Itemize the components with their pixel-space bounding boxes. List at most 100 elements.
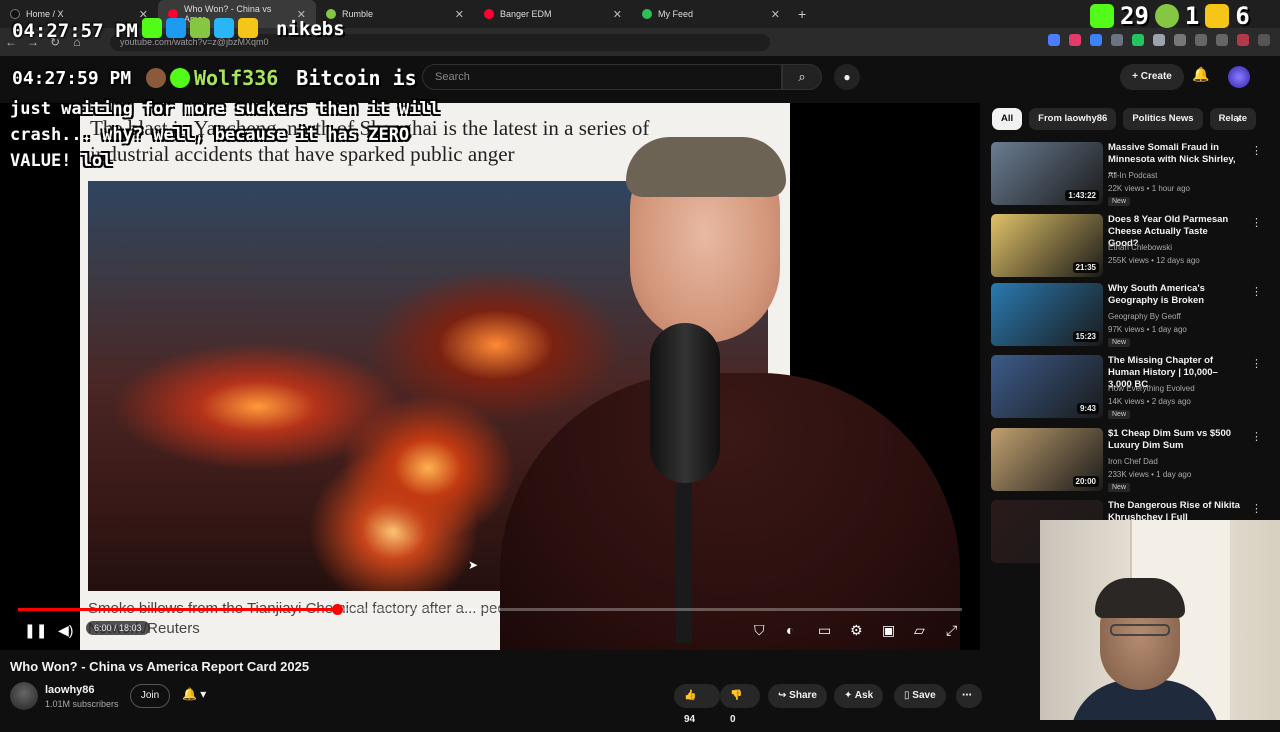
extension-icon[interactable] [1090, 34, 1102, 46]
chip-all[interactable]: All [992, 108, 1023, 130]
overlay-clock-chat: 04:27:59 PM [12, 68, 132, 89]
recommendation-item[interactable]: 15:23 Why South America's Geography is Br… [991, 283, 1271, 347]
video-thumbnail[interactable]: 1:43:22 [991, 142, 1103, 205]
filter-chips: All From laowhy86 Politics News Relate [992, 108, 1257, 130]
presenter [500, 137, 960, 650]
kick-icon [1090, 4, 1114, 28]
close-icon[interactable]: ✕ [771, 8, 780, 21]
save-label: Save [912, 690, 936, 701]
menu-icon[interactable] [1258, 34, 1270, 46]
account-avatar[interactable] [1228, 66, 1250, 88]
video-thumbnail[interactable]: 9:43 [991, 355, 1103, 418]
chip-related[interactable]: Relate [1209, 108, 1257, 130]
extension-icon[interactable] [1069, 34, 1081, 46]
chat-message-header: Wolf336 Bitcoin is [146, 66, 417, 90]
recommendation-channel[interactable]: Ethan Chlebowski [1108, 243, 1172, 252]
video-thumbnail[interactable]: 20:00 [991, 428, 1103, 491]
mouse-cursor-icon: ➤ [468, 558, 479, 572]
volume-icon[interactable]: ◀) [58, 622, 73, 639]
pause-icon[interactable]: ❚❚ [24, 622, 47, 639]
save-button[interactable]: ▯ Save [894, 684, 946, 708]
recommendation-meta: 14K views • 2 days ago [1108, 397, 1191, 406]
join-button[interactable]: Join [130, 684, 170, 708]
more-vert-icon[interactable]: ⋮ [1251, 144, 1262, 157]
streamer-hair [1095, 578, 1185, 618]
new-badge: New [1108, 338, 1131, 347]
recommendation-title[interactable]: Why South America's Geography is Broken [1108, 283, 1240, 307]
subscriber-count: 1.01M subscribers [45, 699, 119, 709]
presenter-hair [626, 137, 786, 197]
video-thumbnail[interactable]: 15:23 [991, 283, 1103, 346]
recommendation-item[interactable]: 21:35 Does 8 Year Old Parmesan Cheese Act… [991, 214, 1271, 278]
tab-label: Home / X [26, 9, 64, 19]
recommendation-title[interactable]: $1 Cheap Dim Sum vs $500 Luxury Dim Sum [1108, 428, 1240, 452]
new-badge: New [1108, 197, 1131, 206]
gamepad-icon [1205, 4, 1230, 28]
like-button[interactable]: 👍 94 [674, 684, 720, 725]
profile-icon[interactable] [1237, 34, 1249, 46]
x-icon [166, 18, 186, 38]
channel-avatar[interactable] [10, 682, 38, 710]
recommendation-channel[interactable]: All-In Podcast [1108, 171, 1157, 180]
more-vert-icon[interactable]: ⋮ [1251, 285, 1262, 298]
close-icon[interactable]: ✕ [613, 8, 622, 21]
share-button[interactable]: ↪ Share [768, 684, 827, 708]
code-icon[interactable] [1216, 34, 1228, 46]
chip-from-channel[interactable]: From laowhy86 [1029, 108, 1117, 130]
new-tab-button[interactable]: + [790, 6, 814, 22]
history-icon[interactable] [1195, 34, 1207, 46]
recommendation-channel[interactable]: Iron Chef Dad [1108, 457, 1158, 466]
settings-gear-icon[interactable]: ⚙ [850, 622, 863, 639]
chevron-right-icon[interactable]: › [1236, 111, 1240, 126]
more-actions-button[interactable]: ⋯ [956, 684, 982, 708]
extension-icon[interactable] [1153, 34, 1165, 46]
video-thumbnail[interactable]: 21:35 [991, 214, 1103, 277]
shield-icon[interactable]: ⛉ [754, 622, 765, 639]
create-button[interactable]: + Create [1120, 64, 1184, 90]
ask-button[interactable]: ✦ Ask [834, 684, 884, 708]
more-vert-icon[interactable]: ⋮ [1251, 216, 1262, 229]
streamer-name: nikebs [276, 18, 345, 40]
tab-my-feed[interactable]: My Feed ✕ [632, 0, 790, 28]
progress-bar[interactable] [18, 604, 962, 615]
recommendation-channel[interactable]: Geography By Geoff [1108, 312, 1181, 321]
scrubber-handle[interactable] [332, 604, 344, 615]
extension-icon[interactable] [1132, 34, 1144, 46]
extension-icon[interactable] [1048, 34, 1060, 46]
recommendation-item[interactable]: 1:43:22 Massive Somali Fraud in Minnesota… [991, 142, 1271, 206]
dislike-button[interactable]: 👎 0 [720, 684, 760, 725]
notification-bell-icon[interactable]: 🔔 ▾ [182, 687, 206, 701]
recommendation-channel[interactable]: How Everything Evolved [1108, 384, 1195, 393]
autoplay-toggle[interactable]: ◐ [786, 622, 794, 638]
duration-badge: 15:23 [1072, 331, 1099, 342]
recommendation-item[interactable]: 20:00 $1 Cheap Dim Sum vs $500 Luxury Dim… [991, 428, 1271, 492]
fullscreen-icon[interactable]: ⤢ [946, 622, 957, 639]
more-vert-icon[interactable]: ⋮ [1251, 502, 1262, 515]
extension-icon[interactable] [1111, 34, 1123, 46]
recommendation-item[interactable]: 9:43 The Missing Chapter of Human History… [991, 355, 1271, 419]
chip-politics-news[interactable]: Politics News [1123, 108, 1203, 130]
more-vert-icon[interactable]: ⋮ [1251, 357, 1262, 370]
miniplayer-icon[interactable]: ▣ [882, 622, 895, 639]
tab-banger-edm[interactable]: Banger EDM ✕ [474, 0, 632, 28]
more-icon: ⋯ [962, 690, 972, 701]
chat-username: Wolf336 [194, 66, 279, 90]
puzzle-icon[interactable] [1174, 34, 1186, 46]
video-player[interactable]: The blast in Yancheng, north of Shanghai… [0, 103, 980, 650]
search-button[interactable]: ⌕ [782, 64, 822, 90]
counter-c: 6 [1235, 2, 1250, 30]
crown-icon [238, 18, 258, 38]
time-display: 6:00 / 18:03 [86, 621, 150, 635]
tab-label: Banger EDM [500, 9, 552, 19]
video-title: Who Won? - China vs America Report Card … [10, 659, 310, 674]
close-icon[interactable]: ✕ [455, 8, 464, 21]
captions-icon[interactable]: ▭ [818, 622, 831, 639]
voice-search-button[interactable]: ● [834, 64, 860, 90]
share-label: Share [789, 690, 817, 701]
search-input[interactable]: Search [422, 64, 782, 90]
channel-name[interactable]: laowhy86 [45, 684, 95, 696]
cast-icon[interactable]: ▱ [914, 622, 925, 639]
notifications-bell-icon[interactable]: 🔔 [1192, 66, 1209, 83]
more-vert-icon[interactable]: ⋮ [1251, 430, 1262, 443]
badge-icon [170, 68, 190, 88]
